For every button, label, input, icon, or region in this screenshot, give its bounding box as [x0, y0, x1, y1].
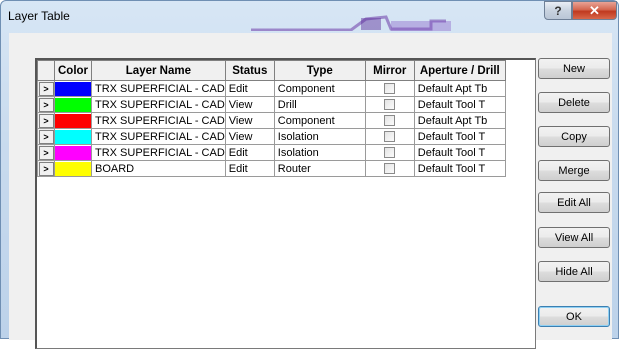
layer-name-cell[interactable]: TRX SUPERFICIAL - CAD [91, 112, 226, 129]
view-all-button[interactable]: View All [538, 227, 610, 248]
close-button[interactable]: ✕ [572, 1, 617, 20]
aperture-drill-cell[interactable]: Default Apt Tb [413, 112, 506, 129]
aperture-drill-cell[interactable]: Default Tool T [413, 96, 506, 113]
status-cell[interactable]: Edit [224, 160, 275, 177]
hide-all-button[interactable]: Hide All [538, 261, 610, 282]
row-selector[interactable]: > [37, 96, 55, 113]
aperture-drill-cell[interactable]: Default Apt Tb [413, 80, 506, 97]
title-bar[interactable]: Layer Table ? ✕ [1, 1, 618, 33]
color-cell[interactable] [54, 160, 92, 177]
row-selector[interactable]: > [37, 128, 55, 145]
color-swatch [55, 81, 91, 96]
mirror-cell[interactable] [364, 128, 415, 145]
mirror-checkbox[interactable] [384, 147, 396, 159]
type-cell[interactable]: Component [273, 112, 366, 129]
type-cell[interactable]: Isolation [273, 144, 366, 161]
help-button[interactable]: ? [544, 1, 572, 20]
color-swatch [55, 129, 91, 144]
row-selector-arrow: > [38, 113, 54, 128]
table-row[interactable]: > BOARD Edit Router Default Tool T [37, 160, 506, 177]
layer-grid: Color Layer Name Status Type Mirror Aper… [35, 58, 536, 349]
row-selector[interactable]: > [37, 144, 55, 161]
color-swatch [55, 113, 91, 128]
header-aperture-drill[interactable]: Aperture / Drill [413, 60, 506, 81]
dialog-client-area: Color Layer Name Status Type Mirror Aper… [9, 33, 612, 349]
row-selector-arrow: > [38, 129, 54, 144]
color-cell[interactable] [54, 96, 92, 113]
type-cell[interactable]: Router [273, 160, 366, 177]
mirror-checkbox[interactable] [384, 99, 396, 111]
table-row[interactable]: > TRX SUPERFICIAL - CAD Edit Isolation Defau… [37, 144, 506, 161]
header-mirror[interactable]: Mirror [364, 60, 415, 81]
mirror-cell[interactable] [364, 112, 415, 129]
row-selector[interactable]: > [37, 112, 55, 129]
mirror-cell[interactable] [364, 96, 415, 113]
mirror-checkbox[interactable] [384, 115, 396, 127]
close-icon: ✕ [589, 2, 600, 18]
row-selector-arrow: > [38, 97, 54, 112]
help-icon: ? [554, 3, 562, 18]
layer-name-cell[interactable]: TRX SUPERFICIAL - CAD [91, 128, 226, 145]
header-layer-name[interactable]: Layer Name [91, 60, 226, 81]
aperture-drill-cell[interactable]: Default Tool T [413, 160, 506, 177]
status-cell[interactable]: View [224, 112, 275, 129]
merge-button[interactable]: Merge [538, 160, 610, 181]
row-selector-arrow: > [38, 161, 54, 176]
mirror-cell[interactable] [364, 144, 415, 161]
color-swatch [55, 161, 91, 176]
table-header-row: Color Layer Name Status Type Mirror Aper… [37, 60, 506, 81]
table-row[interactable]: > TRX SUPERFICIAL - CAD Edit Component Defau… [37, 80, 506, 97]
row-selector[interactable]: > [37, 160, 55, 177]
header-color[interactable]: Color [54, 60, 92, 81]
layer-name-cell[interactable]: TRX SUPERFICIAL - CAD [91, 80, 226, 97]
copy-button[interactable]: Copy [538, 126, 610, 147]
table-row[interactable]: > TRX SUPERFICIAL - CAD View Isolation Defau… [37, 128, 506, 145]
mirror-cell[interactable] [364, 80, 415, 97]
ok-button[interactable]: OK [538, 306, 610, 327]
type-cell[interactable]: Drill [273, 96, 366, 113]
mirror-checkbox[interactable] [384, 131, 396, 143]
status-cell[interactable]: View [224, 96, 275, 113]
layer-name-cell[interactable]: TRX SUPERFICIAL - CAD [91, 144, 226, 161]
status-cell[interactable]: View [224, 128, 275, 145]
aperture-drill-cell[interactable]: Default Tool T [413, 128, 506, 145]
row-selector-arrow: > [38, 145, 54, 160]
color-cell[interactable] [54, 128, 92, 145]
title-bar-decoration [251, 15, 451, 31]
row-selector[interactable]: > [37, 80, 55, 97]
layer-table: Color Layer Name Status Type Mirror Aper… [37, 60, 506, 177]
mirror-checkbox[interactable] [384, 83, 396, 95]
header-status[interactable]: Status [224, 60, 275, 81]
color-swatch [55, 145, 91, 160]
edit-all-button[interactable]: Edit All [538, 192, 610, 213]
table-row[interactable]: > TRX SUPERFICIAL - CAD View Component Defau… [37, 112, 506, 129]
mirror-checkbox[interactable] [384, 163, 396, 175]
mirror-cell[interactable] [364, 160, 415, 177]
color-cell[interactable] [54, 144, 92, 161]
type-cell[interactable]: Isolation [273, 128, 366, 145]
header-marker [37, 60, 55, 81]
table-row[interactable]: > TRX SUPERFICIAL - CAD View Drill Default T… [37, 96, 506, 113]
new-button[interactable]: New [538, 58, 610, 79]
status-cell[interactable]: Edit [224, 144, 275, 161]
window-title: Layer Table [8, 9, 70, 23]
layer-table-window: Layer Table ? ✕ Color Layer Name Status [0, 0, 619, 349]
type-cell[interactable]: Component [273, 80, 366, 97]
status-cell[interactable]: Edit [224, 80, 275, 97]
layer-name-cell[interactable]: TRX SUPERFICIAL - CAD [91, 96, 226, 113]
layer-name-cell[interactable]: BOARD [91, 160, 226, 177]
header-type[interactable]: Type [273, 60, 366, 81]
row-selector-arrow: > [38, 81, 54, 96]
color-cell[interactable] [54, 112, 92, 129]
aperture-drill-cell[interactable]: Default Tool T [413, 144, 506, 161]
color-swatch [55, 97, 91, 112]
color-cell[interactable] [54, 80, 92, 97]
delete-button[interactable]: Delete [538, 92, 610, 113]
